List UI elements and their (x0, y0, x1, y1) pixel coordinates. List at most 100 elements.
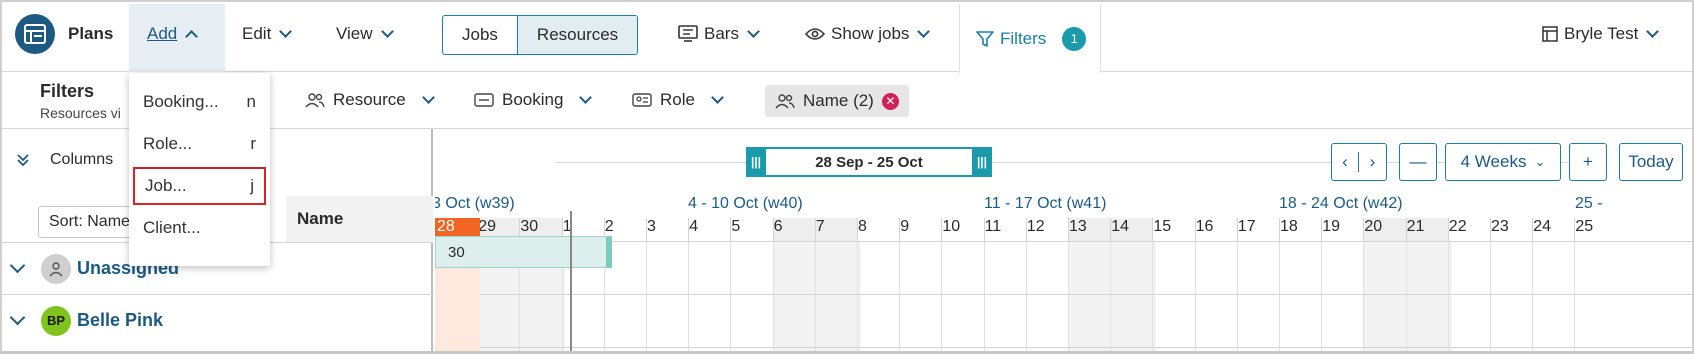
day-header: 7 (814, 218, 857, 241)
chevron-right-icon[interactable]: › (1359, 152, 1386, 172)
day-column[interactable] (1321, 241, 1367, 351)
day-column[interactable] (983, 241, 1030, 351)
edit-menu-button[interactable]: Edit (242, 24, 293, 44)
day-column[interactable] (1194, 241, 1241, 351)
prev-next-group: ‹ › (1331, 143, 1387, 181)
chevron-down-icon (1646, 25, 1660, 38)
edit-menu-label: Edit (242, 24, 272, 43)
show-jobs-menu-button[interactable]: Show jobs (805, 24, 931, 44)
view-menu-label: View (336, 24, 373, 43)
day-header: 11 (983, 218, 1026, 241)
columns-toggle[interactable]: Columns (16, 151, 113, 169)
plans-logo-icon[interactable] (15, 14, 55, 54)
day-column[interactable] (772, 241, 819, 351)
workspace-menu-button[interactable]: Bryle Test (1542, 24, 1660, 44)
day-column[interactable] (814, 241, 861, 351)
menu-item-role[interactable]: Role... r (133, 125, 266, 163)
resources-toggle-button[interactable]: Resources (516, 16, 638, 54)
menu-item-label: Client... (143, 218, 201, 237)
booking-filter-button[interactable]: Booking (474, 90, 593, 110)
ticket-icon (474, 93, 494, 107)
role-filter-label: Role (660, 90, 695, 109)
resource-filter-button[interactable]: Resource (305, 90, 435, 110)
day-header: 23 (1490, 218, 1532, 241)
avatar (41, 253, 71, 284)
zoom-in-button[interactable]: + (1569, 143, 1607, 181)
day-header: 20 (1363, 218, 1406, 241)
duration-label: 4 Weeks (1460, 152, 1527, 171)
duration-select[interactable]: 4 Weeks ⌄ (1445, 143, 1561, 181)
day-column[interactable] (1279, 241, 1325, 351)
day-column[interactable] (857, 241, 903, 351)
today-button[interactable]: Today (1619, 143, 1683, 181)
day-column[interactable] (646, 241, 692, 351)
role-filter-button[interactable]: Role (632, 90, 724, 110)
chevron-down-icon[interactable] (9, 257, 26, 274)
zoom-out-button[interactable]: — (1399, 143, 1437, 181)
day-column[interactable] (1025, 241, 1072, 351)
day-column[interactable] (1574, 241, 1620, 351)
people-icon (305, 93, 325, 108)
day-header: 5 (730, 218, 772, 241)
filters-tab[interactable]: Filters 1 (959, 4, 1101, 73)
show-jobs-label: Show jobs (831, 24, 910, 43)
bars-menu-button[interactable]: Bars (678, 24, 760, 44)
day-header: 19 (1321, 218, 1363, 241)
day-column[interactable] (1447, 241, 1494, 351)
day-column[interactable] (1532, 241, 1578, 351)
monitor-icon (678, 25, 698, 42)
remove-filter-icon[interactable]: ✕ (881, 92, 899, 110)
menu-item-client[interactable]: Client... (133, 209, 266, 247)
booking-filter-label: Booking (502, 90, 564, 109)
day-header: 13 (1068, 218, 1111, 241)
people-icon (775, 94, 795, 109)
chevron-down-icon (279, 25, 293, 38)
day-header: 3 (646, 218, 688, 241)
menu-item-shortcut: j (250, 176, 254, 195)
day-header: 6 (772, 218, 815, 241)
chevron-down-icon (747, 25, 760, 38)
name-column-header[interactable]: Name (286, 196, 433, 242)
date-range-slider[interactable]: ||| 28 Sep - 25 Oct ||| (746, 147, 992, 177)
day-column[interactable] (730, 241, 776, 351)
jobs-toggle-button[interactable]: Jobs (443, 16, 517, 54)
chevron-down-icon[interactable] (9, 309, 26, 326)
resource-row[interactable]: BP Belle Pink (2, 294, 433, 346)
booking-bar[interactable]: 30 (435, 236, 612, 268)
day-header: 14 (1110, 218, 1153, 241)
name-filter-chip-label: Name (2) (803, 91, 874, 110)
day-column[interactable] (1405, 241, 1452, 351)
day-column[interactable] (1236, 241, 1283, 351)
range-end-handle-icon[interactable]: ||| (972, 147, 992, 177)
app-title: Plans (68, 24, 114, 43)
row-divider (435, 294, 1692, 295)
day-column[interactable] (1490, 241, 1536, 351)
day-header: 8 (857, 218, 899, 241)
day-column[interactable] (1110, 241, 1157, 351)
day-column[interactable] (941, 241, 987, 351)
menu-item-booking[interactable]: Booking... n (133, 83, 266, 121)
menu-item-label: Role... (143, 134, 193, 153)
range-start-handle-icon[interactable]: ||| (746, 147, 766, 177)
day-header: 17 (1236, 218, 1279, 241)
id-card-icon (632, 93, 652, 107)
add-menu-button[interactable]: Add (147, 24, 199, 44)
day-column[interactable] (1068, 241, 1114, 351)
filter-bar-title: Filters (40, 81, 95, 101)
filters-tab-label: Filters (1000, 28, 1047, 48)
person-icon (49, 261, 63, 276)
menu-item-job[interactable]: Job... j (133, 167, 266, 205)
filter-bar-subtitle: Resources vi (40, 105, 121, 121)
resource-name[interactable]: Belle Pink (77, 310, 163, 331)
day-column[interactable] (899, 241, 945, 351)
app-window: Plans Add Edit View Jobs Resources Bars … (0, 0, 1694, 354)
day-column[interactable] (688, 241, 734, 351)
day-column[interactable] (1363, 241, 1410, 351)
day-column[interactable] (1152, 241, 1198, 351)
chevron-left-icon[interactable]: ‹ (1332, 152, 1359, 172)
view-menu-button[interactable]: View (336, 24, 394, 44)
date-range-label: 28 Sep - 25 Oct (815, 153, 923, 171)
name-filter-chip[interactable]: Name (2) ✕ (765, 85, 909, 117)
top-toolbar: Plans Add Edit View Jobs Resources Bars … (2, 2, 1692, 73)
schedule-timeline: ||| 28 Sep - 25 Oct ||| ‹ › — 4 Weeks ⌄ … (435, 129, 1692, 351)
